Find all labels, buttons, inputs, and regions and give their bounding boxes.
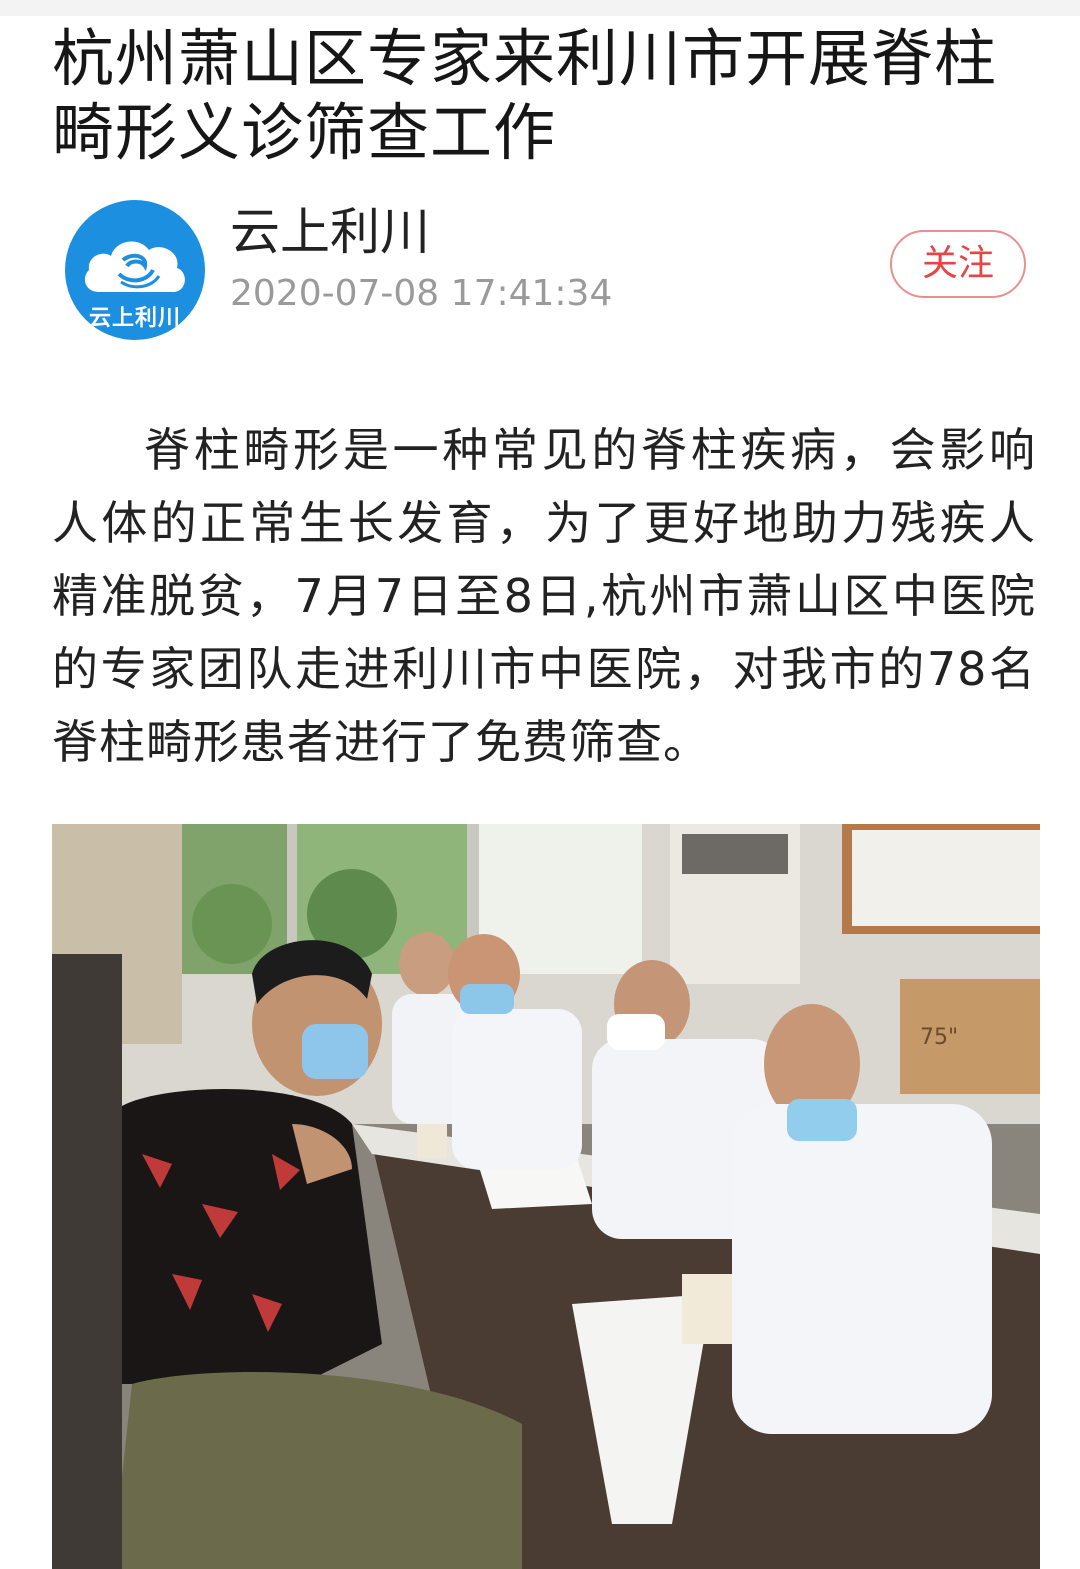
author-avatar[interactable]: 云上利川 bbox=[65, 200, 205, 340]
article-photo[interactable]: 75" bbox=[52, 824, 1040, 1569]
avatar-label: 云上利川 bbox=[88, 306, 181, 331]
follow-button[interactable]: 关注 bbox=[890, 230, 1026, 298]
author-name[interactable]: 云上利川 bbox=[230, 202, 430, 262]
article-title: 杭州萧山区专家来利川市开展脊柱畸形义诊筛查工作 bbox=[52, 22, 998, 169]
cloud-logo-icon bbox=[84, 241, 185, 292]
top-strip bbox=[0, 0, 1080, 16]
author-row: 云上利川 云上利川 2020-07-08 17:41:34 关注 bbox=[0, 200, 1080, 340]
article-body: 脊柱畸形是一种常见的脊柱疾病，会影响人体的正常生长发育，为了更好地助力残疾人精准… bbox=[52, 423, 1037, 769]
publish-timestamp: 2020-07-08 17:41:34 bbox=[230, 273, 613, 314]
box-label: 75" bbox=[920, 1025, 958, 1050]
photo-image: 75" bbox=[52, 824, 1040, 1569]
